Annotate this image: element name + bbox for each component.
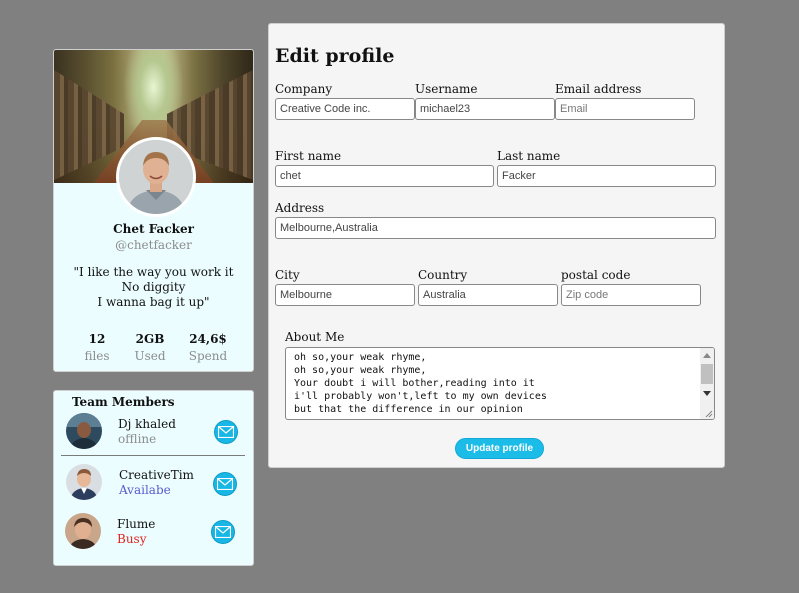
profile-card: Chet Facker @chetfacker "I like the way …	[53, 49, 254, 372]
member-avatar	[66, 464, 102, 500]
quote-line: I wanna bag it up"	[97, 295, 210, 309]
avatar[interactable]	[116, 137, 196, 217]
username-field[interactable]	[415, 98, 555, 120]
company-label: Company	[275, 82, 333, 96]
scrollbar-thumb[interactable]	[701, 364, 713, 384]
city-field[interactable]	[275, 284, 415, 306]
stat-files: 12 files	[72, 332, 122, 363]
quote-line: No diggity	[121, 280, 186, 294]
scroll-up-icon[interactable]	[703, 352, 711, 358]
member-status: Availabe	[119, 483, 171, 497]
team-title: Team Members	[72, 395, 175, 409]
country-field[interactable]	[418, 284, 558, 306]
email-field[interactable]	[555, 98, 695, 120]
about-text[interactable]	[286, 348, 698, 419]
first-name-label: First name	[275, 149, 342, 163]
member-status: offline	[118, 432, 157, 446]
team-member-row[interactable]: CreativeTim Availabe	[66, 464, 246, 504]
member-status: Busy	[117, 532, 147, 546]
stat-used: 2GB Used	[125, 332, 175, 363]
member-name: Flume	[117, 517, 156, 531]
mail-icon[interactable]	[211, 520, 235, 544]
mail-icon[interactable]	[213, 472, 237, 496]
city-label: City	[275, 268, 300, 282]
profile-name: Chet Facker	[113, 222, 194, 236]
team-member-row[interactable]: Flume Busy	[65, 513, 245, 553]
member-avatar	[65, 513, 101, 549]
username-label: Username	[415, 82, 478, 96]
address-label: Address	[275, 201, 325, 215]
stat-value: 24,6$	[189, 332, 227, 346]
last-name-field[interactable]	[497, 165, 716, 187]
scrollbar[interactable]	[700, 348, 714, 419]
stat-spend: 24,6$ Spend	[183, 332, 233, 363]
stat-value: 12	[88, 332, 106, 346]
first-name-field[interactable]	[275, 165, 494, 187]
update-profile-button[interactable]: Update profile	[455, 438, 544, 459]
stat-label: Spend	[188, 349, 228, 363]
mail-icon[interactable]	[214, 420, 238, 444]
stat-label: Used	[134, 349, 166, 363]
scroll-down-icon[interactable]	[703, 391, 711, 397]
stat-value: 2GB	[135, 332, 165, 346]
resize-handle-icon[interactable]	[703, 408, 713, 418]
about-textarea[interactable]	[285, 347, 715, 420]
divider	[61, 455, 245, 456]
company-field[interactable]	[275, 98, 415, 120]
country-label: Country	[418, 268, 468, 282]
team-member-row[interactable]: Dj khaled offline	[66, 413, 246, 453]
member-avatar	[66, 413, 102, 449]
address-field[interactable]	[275, 217, 716, 239]
member-name: Dj khaled	[118, 417, 176, 431]
page-title: Edit profile	[275, 45, 395, 67]
edit-profile-panel: Edit profile Company Username Email addr…	[268, 23, 725, 468]
email-label: Email address	[555, 82, 642, 96]
about-label: About Me	[285, 330, 345, 344]
member-name: CreativeTim	[119, 468, 194, 482]
team-members-card: Team Members Dj khaled offline CreativeT…	[53, 390, 254, 566]
profile-handle: @chetfacker	[115, 238, 192, 252]
stat-label: files	[84, 349, 110, 363]
quote-line: "I like the way you work it	[73, 265, 234, 279]
last-name-label: Last name	[497, 149, 561, 163]
postal-code-field[interactable]	[561, 284, 701, 306]
postal-code-label: postal code	[561, 268, 631, 282]
